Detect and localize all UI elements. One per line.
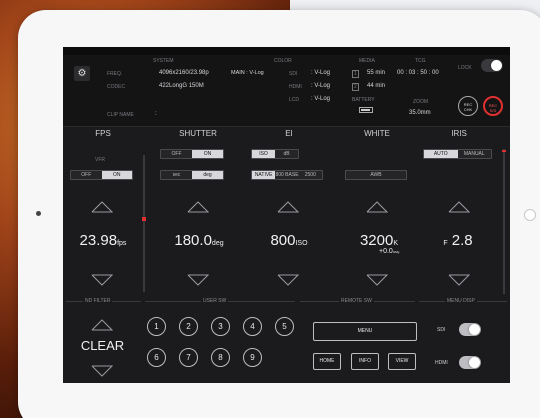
system-label: SYSTEM [153, 58, 174, 64]
iris-title: IRIS [451, 129, 467, 138]
fps-up-arrow-icon[interactable] [91, 201, 113, 213]
vfr-label: VFR [95, 157, 105, 163]
nd-filter-value: CLEAR [80, 338, 125, 353]
zoom-label: ZOOM [413, 99, 428, 105]
iris-slider-track[interactable] [503, 149, 505, 294]
fps-title: FPS [95, 129, 111, 138]
white-value: 3200K [359, 232, 399, 249]
iris-down-arrow-icon[interactable] [448, 274, 470, 286]
codec-label: CODEC [107, 84, 126, 90]
remote-sw-label: REMOTE SW [339, 298, 374, 304]
tcg-label: TCG [415, 58, 426, 64]
codec-value: 422LongG 150M [159, 83, 204, 89]
ei-title: EI [285, 129, 293, 138]
iris-value: F 2.8 [443, 232, 473, 249]
ei-base-switch[interactable]: NATIVE 800 BASE 2500 BASE [251, 170, 323, 180]
user-button-7[interactable]: 7 [179, 348, 198, 367]
user-button-6[interactable]: 6 [147, 348, 166, 367]
white-offset-value: +0.0GMg [379, 248, 400, 255]
user-button-8[interactable]: 8 [211, 348, 230, 367]
iris-up-arrow-icon[interactable] [448, 201, 470, 213]
iris-mode-switch[interactable]: AUTO MANUAL [423, 149, 492, 159]
tablet-home-button[interactable] [524, 209, 536, 221]
fps-slider-track[interactable] [143, 155, 145, 292]
awb-button[interactable]: AWB [345, 170, 407, 180]
slot2-value: 44 min [367, 83, 386, 89]
rec-check-button[interactable]: REC CHK [458, 96, 478, 116]
shutter-up-arrow-icon[interactable] [187, 201, 209, 213]
gear-icon[interactable]: ⚙ [74, 66, 90, 81]
sdi-disp-label: SDI [437, 327, 446, 333]
iris-slider-marker [502, 150, 506, 152]
user-button-9[interactable]: 9 [243, 348, 262, 367]
user-button-4[interactable]: 4 [243, 317, 262, 336]
view-button[interactable]: VIEW [388, 353, 416, 370]
fps-slider-marker [142, 217, 146, 221]
tablet-camera [36, 211, 41, 216]
rec-start-stop-button[interactable]: REC S/S [483, 96, 503, 116]
user-button-1[interactable]: 1 [147, 317, 166, 336]
ei-up-arrow-icon[interactable] [277, 201, 299, 213]
clip-name-label: CLIP NAME [107, 112, 134, 118]
color-label: COLOR [274, 58, 292, 64]
hdmi-disp-toggle[interactable] [459, 356, 481, 369]
white-up-arrow-icon[interactable] [366, 201, 388, 213]
hdmi-value: : V-Log [311, 83, 331, 89]
tcg-value: 00 : 03 : 50 : 00 [397, 70, 439, 76]
info-button[interactable]: INFO [351, 353, 379, 370]
slot2-label: 2 [352, 83, 359, 91]
ei-down-arrow-icon[interactable] [277, 274, 299, 286]
fps-value: 23.98fps [79, 232, 127, 249]
sdi-disp-toggle[interactable] [459, 323, 481, 336]
clip-name-value: : [155, 111, 157, 117]
user-button-2[interactable]: 2 [179, 317, 198, 336]
vfr-switch[interactable]: OFF ON [70, 170, 133, 180]
shutter-unit-switch[interactable]: sec deg [160, 170, 224, 180]
user-button-5[interactable]: 5 [275, 317, 294, 336]
battery-icon [359, 107, 373, 113]
zoom-value: 35.0mm [409, 110, 431, 116]
white-down-arrow-icon[interactable] [366, 274, 388, 286]
ei-mode-switch[interactable]: ISO dB [251, 149, 299, 159]
sdi-label: SDI [289, 71, 298, 77]
nd-up-arrow-icon[interactable] [91, 319, 113, 331]
lcd-label: LCD [289, 97, 300, 103]
menu-button[interactable]: MENU [313, 322, 417, 341]
battery-label: BATTERY [352, 97, 375, 103]
home-button[interactable]: HOME [313, 353, 341, 370]
shutter-title: SHUTTER [179, 129, 217, 138]
hdmi-disp-label: HDMI [435, 360, 448, 366]
white-title: WHITE [364, 129, 390, 138]
freq-value: 4096x2160/23.98p [159, 70, 209, 76]
shutter-value: 180.0deg [174, 232, 224, 249]
lcd-value: : V-Log [311, 96, 331, 102]
lock-label: LOCK [458, 65, 472, 71]
ei-value: 800ISO [270, 232, 308, 249]
nd-filter-label: ND FILTER [83, 298, 113, 304]
status-bar [63, 47, 510, 55]
lock-toggle[interactable] [481, 59, 503, 72]
nd-down-arrow-icon[interactable] [91, 365, 113, 377]
fps-down-arrow-icon[interactable] [91, 274, 113, 286]
slot1-value: 55 min [367, 70, 386, 76]
hdmi-label: HDMI [289, 84, 302, 90]
menu-disp-label: MENU DISP [445, 298, 477, 304]
user-sw-label: USER SW [201, 298, 229, 304]
shutter-switch[interactable]: OFF ON [160, 149, 224, 159]
slot1-label: 1 [352, 70, 359, 78]
color-main: MAIN : V-Log [231, 70, 264, 76]
sdi-value: : V-Log [311, 70, 331, 76]
user-button-3[interactable]: 3 [211, 317, 230, 336]
info-panel: ⚙ SYSTEM FREQ. 4096x2160/23.98p CODEC 42… [63, 55, 510, 127]
freq-label: FREQ. [107, 71, 123, 77]
shutter-down-arrow-icon[interactable] [187, 274, 209, 286]
camera-control-screen: ⚙ SYSTEM FREQ. 4096x2160/23.98p CODEC 42… [63, 47, 510, 383]
media-label: MEDIA [359, 58, 375, 64]
